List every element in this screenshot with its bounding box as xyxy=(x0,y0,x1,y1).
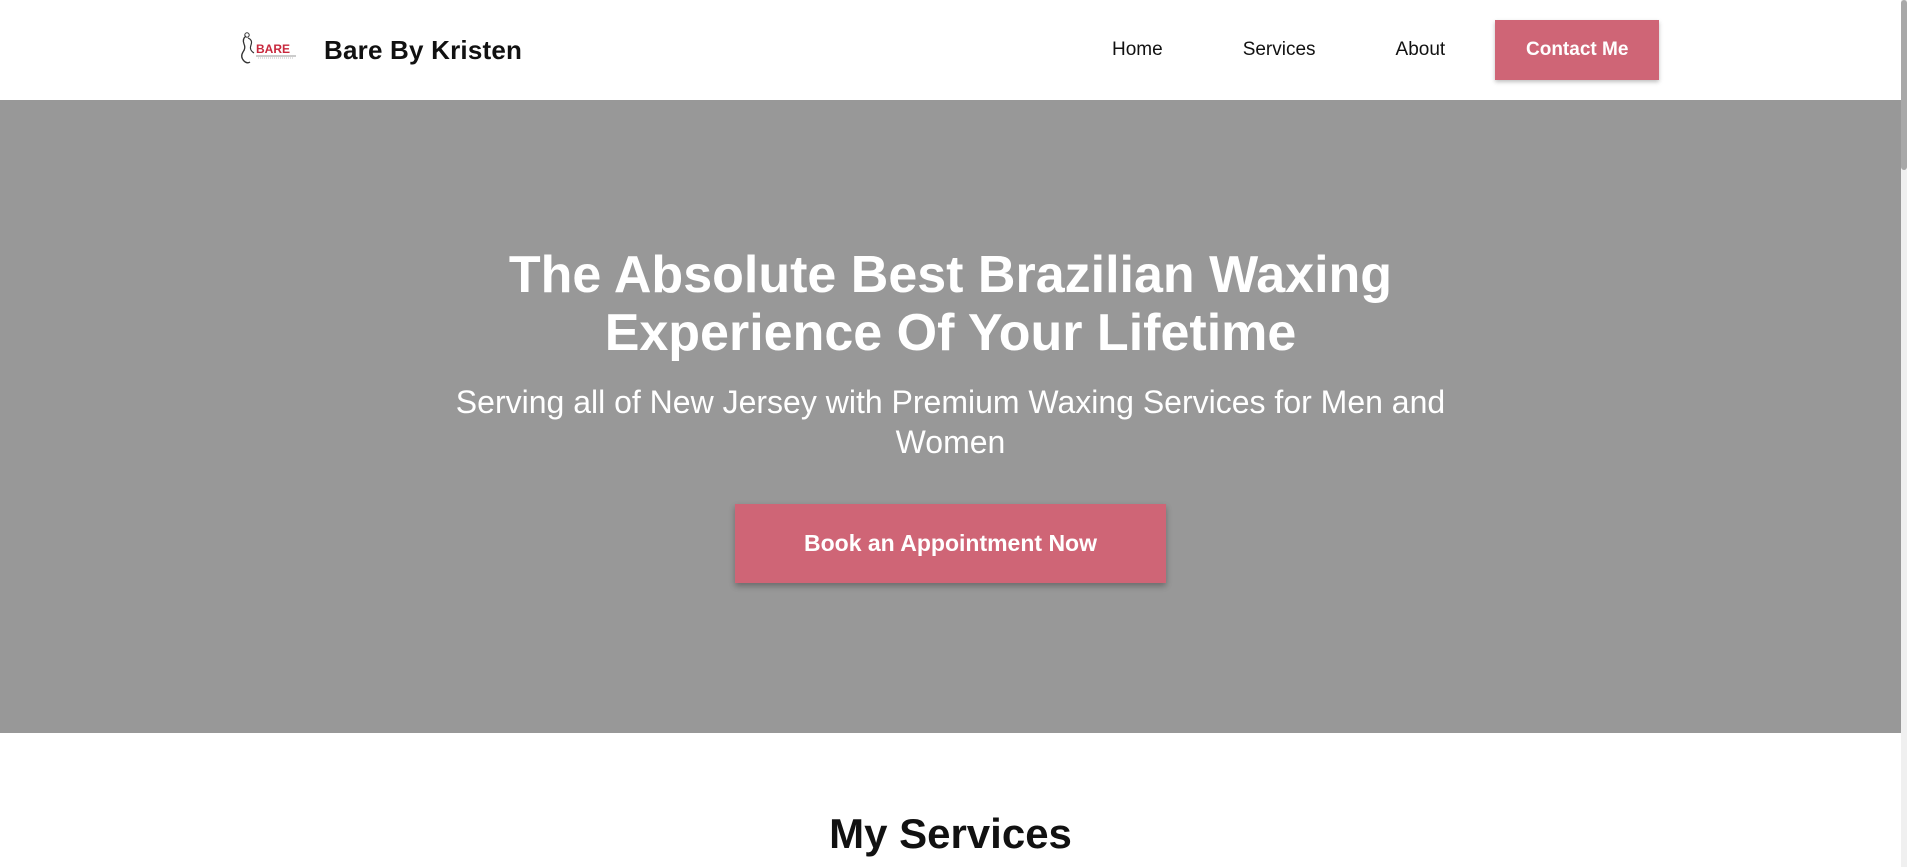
logo-text: BARE xyxy=(256,42,290,56)
hero-title: The Absolute Best Brazilian Waxing Exper… xyxy=(0,246,1901,362)
book-appointment-button[interactable]: Book an Appointment Now xyxy=(735,504,1166,583)
main-nav: Home Services About Contact Me xyxy=(1090,20,1660,80)
brand-name[interactable]: Bare By Kristen xyxy=(324,35,522,66)
services-heading: My Services xyxy=(829,810,1072,857)
hero-section: The Absolute Best Brazilian Waxing Exper… xyxy=(0,100,1901,733)
site-header: BARE Bare By Kristen Home Services About… xyxy=(0,0,1901,100)
hero-subtitle: Serving all of New Jersey with Premium W… xyxy=(455,384,1446,460)
scrollbar-thumb[interactable] xyxy=(1901,0,1907,170)
contact-me-button[interactable]: Contact Me xyxy=(1495,20,1660,80)
nav-about-link[interactable]: About xyxy=(1356,39,1486,61)
page-scrollbar[interactable] xyxy=(1901,0,1907,867)
brand[interactable]: BARE Bare By Kristen xyxy=(236,30,522,70)
logo-icon[interactable]: BARE xyxy=(236,30,298,70)
nav-home-link[interactable]: Home xyxy=(1090,39,1203,61)
hero-title-line-1: The Absolute Best Brazilian Waxing xyxy=(508,246,1393,304)
hero-title-line-2: Experience Of Your Lifetime xyxy=(604,304,1297,362)
nav-services-link[interactable]: Services xyxy=(1203,39,1356,61)
page: BARE Bare By Kristen Home Services About… xyxy=(0,0,1907,867)
